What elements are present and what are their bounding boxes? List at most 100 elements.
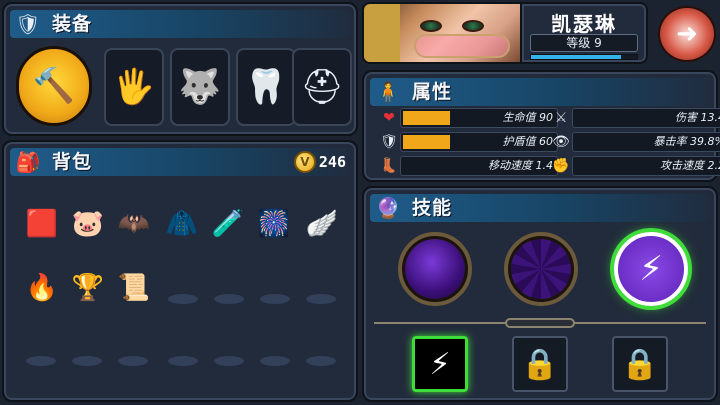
backpack-item[interactable]: 🟥 xyxy=(22,204,62,244)
coin-icon: V xyxy=(293,151,316,173)
red-cube-icon: 🟥 xyxy=(25,209,59,239)
hero-name: 凯瑟琳 xyxy=(551,12,617,36)
coin-amount: 246 xyxy=(318,153,346,171)
stat-attack-speed: ✊ 攻击速度 2.2 xyxy=(552,156,720,176)
hero-level: 等级 9 xyxy=(530,34,638,52)
beast-fangs-icon: 🦷 xyxy=(244,67,288,107)
backpack-item[interactable]: 🔥 xyxy=(22,268,62,308)
attributes-title: 属性 xyxy=(412,81,453,103)
portrait-eye xyxy=(420,20,442,32)
equip-slot-gloves[interactable]: 🖐 xyxy=(104,48,164,126)
empty-slot[interactable] xyxy=(26,356,56,366)
skill-orb-lightning[interactable]: ⚡ xyxy=(614,232,688,306)
golden-pig-icon: 🐷 xyxy=(71,209,105,239)
backpack-icon: 🎒 xyxy=(15,150,41,174)
stat-shield: 🛡 护盾值 60 xyxy=(380,132,558,152)
empty-slot[interactable] xyxy=(214,356,244,366)
backpack-item[interactable]: 🧥 xyxy=(162,204,202,244)
empty-slot[interactable] xyxy=(306,294,336,304)
lightning-orb-icon: ⚡ xyxy=(639,249,663,289)
skills-header: 🔮 技能 xyxy=(370,194,710,222)
backpack-item[interactable]: 🐷 xyxy=(68,204,108,244)
skill-orb-dark[interactable] xyxy=(398,232,472,306)
empty-slot[interactable] xyxy=(118,356,148,366)
empty-slot[interactable] xyxy=(214,294,244,304)
skill-orb-rune[interactable] xyxy=(504,232,578,306)
attributes-panel: 🧍 属性 ❤ 生命值 90 ⚔ 伤害 13.4 🛡 护盾值 60 👁 暴击率 3… xyxy=(362,70,720,182)
skill-slot-dash[interactable]: ⚡ xyxy=(412,336,468,392)
xp-fill xyxy=(531,55,622,59)
empty-slot[interactable] xyxy=(168,294,198,304)
wolf-helmet-icon: 🐺 xyxy=(178,67,222,107)
coin-counter: V 246 xyxy=(293,150,346,174)
backpack-panel: 🎒 背包 V 246 🟥 🐷 🦇 🧥 🧪 🎆 🪽 🔥 🏆 📜 xyxy=(2,140,358,402)
glove-icon: 🖐 xyxy=(112,67,156,107)
boot-icon: 👢 xyxy=(380,158,398,174)
portrait-glasses xyxy=(414,34,510,58)
lock-icon: 🔒 xyxy=(521,346,559,382)
stat-fill xyxy=(403,135,450,149)
back-arrow-icon: ➜ xyxy=(676,19,698,49)
portrait-eye xyxy=(462,20,484,32)
stat-fill xyxy=(403,111,450,125)
stat-label: 移动速度 1.4 xyxy=(488,159,553,172)
stat-label: 暴击率 39.8% xyxy=(653,135,720,148)
empty-slot[interactable] xyxy=(260,356,290,366)
backpack-item[interactable]: 🦇 xyxy=(114,204,154,244)
equip-slot-weapon[interactable]: 🔨 xyxy=(16,46,92,126)
stat-crit: 👁 暴击率 39.8% xyxy=(552,132,720,152)
backpack-item[interactable]: 🧪 xyxy=(208,204,248,244)
equip-slot-helmet[interactable]: ⛑ xyxy=(292,48,352,126)
hero-header: 凯瑟琳 等级 9 ➜ xyxy=(362,2,718,66)
backpack-item[interactable]: 📜 xyxy=(114,268,154,308)
firework-icon: 🎆 xyxy=(257,209,291,239)
lock-icon: 🔒 xyxy=(621,346,659,382)
flame-orb-icon: 🔥 xyxy=(25,273,59,303)
skill-orb-icon: 🔮 xyxy=(375,196,401,220)
stat-health: ❤ 生命值 90 xyxy=(383,108,558,128)
golden-wings-icon: 🪽 xyxy=(305,209,339,239)
portrait-hair xyxy=(364,4,400,62)
hero-portrait xyxy=(362,2,522,64)
backpack-item[interactable]: 🪽 xyxy=(302,204,342,244)
attributes-header: 🧍 属性 xyxy=(370,78,710,106)
backpack-title: 背包 xyxy=(52,151,93,173)
red-bat-icon: 🦇 xyxy=(117,209,151,239)
stat-label: 伤害 13.4 xyxy=(675,111,720,124)
equipment-header: 🛡 装备 xyxy=(10,10,350,38)
gold-armor-icon: 🧥 xyxy=(165,209,199,239)
character-icon: 🧍 xyxy=(375,80,401,104)
stat-move-speed: 👢 移动速度 1.4 xyxy=(380,156,558,176)
weapon-hammer-icon: 🔨 xyxy=(32,66,76,106)
back-button[interactable]: ➜ xyxy=(658,6,716,62)
empty-slot[interactable] xyxy=(168,356,198,366)
skill-slot-locked[interactable]: 🔒 xyxy=(512,336,568,392)
shield-icon: 🛡 xyxy=(380,134,398,150)
equip-slot-trinket[interactable]: 🦷 xyxy=(236,48,296,126)
stat-damage: ⚔ 伤害 13.4 xyxy=(555,108,720,128)
dash-skill-icon: ⚡ xyxy=(429,346,451,382)
equip-slot-pet[interactable]: 🐺 xyxy=(170,48,230,126)
chalice-icon: 🏆 xyxy=(71,273,105,303)
empty-slot[interactable] xyxy=(306,356,336,366)
knight-helmet-icon: ⛑ xyxy=(300,67,344,107)
sword-icon: ⚔ xyxy=(554,110,568,126)
equipment-panel: 🛡 装备 🔨 🖐 🐺 🦷 ⛑ xyxy=(2,2,358,136)
backpack-item[interactable]: 🎆 xyxy=(254,204,294,244)
skill-slot-locked[interactable]: 🔒 xyxy=(612,336,668,392)
empty-slot[interactable] xyxy=(72,356,102,366)
fist-icon: ✊ xyxy=(552,158,570,174)
skills-panel: 🔮 技能 ⚡ ⚡ 🔒 🔒 xyxy=(362,186,718,402)
armor-icon: 🛡 xyxy=(15,12,41,36)
empty-slot[interactable] xyxy=(260,294,290,304)
heart-icon: ❤ xyxy=(383,110,395,126)
skills-divider xyxy=(374,318,706,328)
xp-bar xyxy=(530,54,638,60)
magic-scroll-icon: 📜 xyxy=(117,273,151,303)
equipment-title: 装备 xyxy=(52,13,93,35)
stat-label: 攻击速度 2.2 xyxy=(660,159,720,172)
stat-label: 护盾值 60 xyxy=(502,135,554,148)
skills-title: 技能 xyxy=(412,197,453,219)
backpack-item[interactable]: 🏆 xyxy=(68,268,108,308)
potion-shield-icon: 🧪 xyxy=(211,209,245,239)
